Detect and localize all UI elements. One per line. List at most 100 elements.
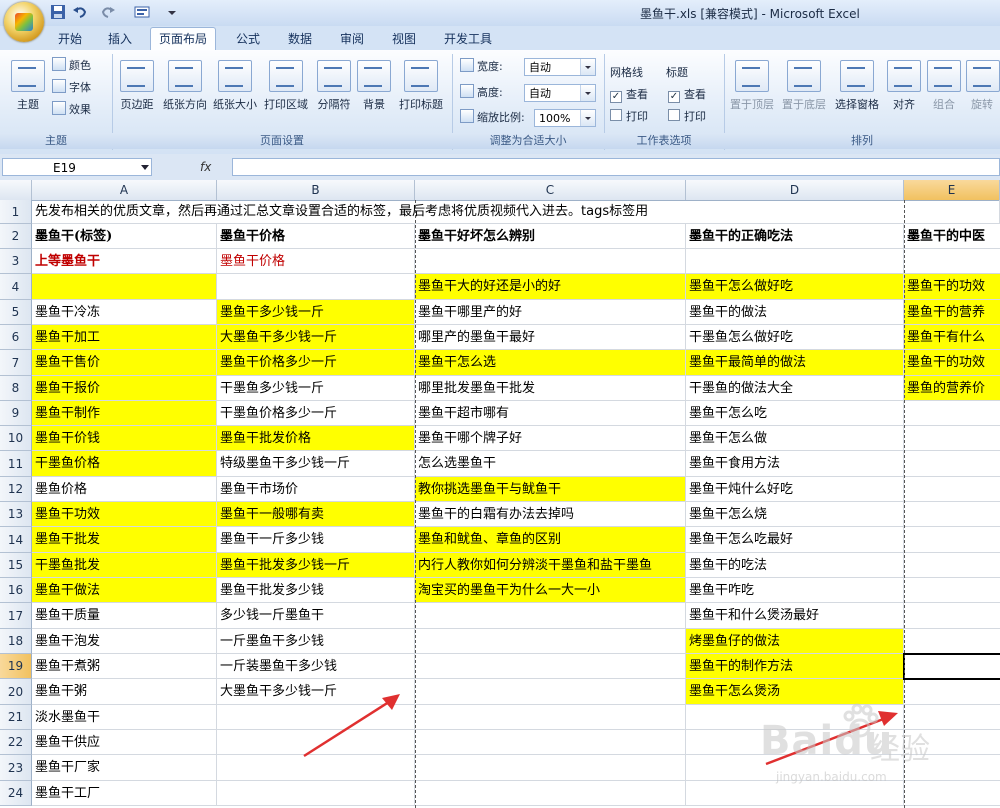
row-header[interactable]: 3 [0, 249, 32, 274]
header-cell[interactable]: 墨鱼干(标签) [32, 224, 217, 249]
cell[interactable] [904, 629, 1000, 654]
cell-b[interactable]: 特级墨鱼干多少钱一斤 [217, 451, 415, 477]
tab-home[interactable]: 开始 [50, 29, 90, 49]
cell-d[interactable]: 墨鱼干怎么做好吃 [686, 274, 904, 300]
align-button[interactable]: 对齐 [886, 58, 922, 118]
margins-button[interactable]: 页边距 [114, 58, 160, 118]
column-header-a[interactable]: A [32, 180, 217, 200]
print-area-button[interactable]: 打印区域 [260, 58, 312, 118]
print-preview-icon[interactable] [134, 4, 150, 20]
cell-c[interactable]: 墨鱼干哪里产的好 [415, 300, 686, 325]
tab-data[interactable]: 数据 [280, 29, 320, 49]
cell[interactable] [415, 730, 686, 755]
cell-c[interactable]: 哪里批发墨鱼干批发 [415, 376, 686, 401]
office-button[interactable] [4, 2, 44, 42]
cell-a[interactable]: 墨鱼干做法 [32, 578, 217, 603]
cell-b[interactable]: 墨鱼干批发多少钱一斤 [217, 553, 415, 578]
cell[interactable] [904, 249, 1000, 274]
rotate-button[interactable]: 旋转 [966, 58, 1000, 118]
cell-d[interactable]: 墨鱼干的制作方法 [686, 654, 904, 679]
row-header[interactable]: 14 [0, 527, 32, 553]
cell-b[interactable]: 一斤装墨鱼干多少钱 [217, 654, 415, 679]
select-all-corner[interactable] [0, 180, 32, 200]
cell-b[interactable]: 干墨鱼多少钱一斤 [217, 376, 415, 401]
cell-a3[interactable]: 上等墨鱼干 [32, 249, 217, 274]
cell-b[interactable]: 墨鱼干多少钱一斤 [217, 300, 415, 325]
gridlines-view-checkbox[interactable]: ✓ 查看 [610, 86, 648, 104]
cell-b[interactable]: 墨鱼干价格多少一斤 [217, 350, 415, 376]
theme-effects-button[interactable]: 效果 [52, 101, 91, 119]
cell-b3[interactable]: 墨鱼干价格 [217, 249, 415, 274]
row-header[interactable]: 8 [0, 376, 32, 401]
send-to-back-button[interactable]: 置于底层 [778, 58, 830, 118]
header-cell[interactable]: 墨鱼干好坏怎么辨别 [415, 224, 686, 249]
cell-a[interactable]: 墨鱼干功效 [32, 502, 217, 527]
chevron-down-icon[interactable] [140, 163, 150, 171]
cell[interactable] [415, 705, 686, 730]
cell-c[interactable]: 墨鱼干哪个牌子好 [415, 426, 686, 451]
cell-e[interactable]: 墨鱼干的营养 [904, 300, 1000, 325]
cell-a[interactable]: 墨鱼干冷冻 [32, 300, 217, 325]
cell-b[interactable]: 墨鱼干市场价 [217, 477, 415, 502]
cell-c[interactable]: 内行人教你如何分辨淡干墨鱼和盐干墨鱼 [415, 553, 686, 578]
cell-e[interactable]: 墨鱼干的功效 [904, 274, 1000, 300]
row-header[interactable]: 11 [0, 451, 32, 477]
cell[interactable] [904, 603, 1000, 629]
column-header-b[interactable]: B [217, 180, 415, 200]
name-box[interactable]: E19 [2, 158, 152, 176]
cell-a[interactable]: 墨鱼干加工 [32, 325, 217, 350]
selected-cell-e19[interactable] [903, 653, 1000, 680]
header-cell[interactable]: 墨鱼干价格 [217, 224, 415, 249]
cell-d[interactable]: 墨鱼干和什么煲汤最好 [686, 603, 904, 629]
cell-d[interactable]: 干墨鱼怎么做好吃 [686, 325, 904, 350]
cell-a[interactable]: 墨鱼干售价 [32, 350, 217, 376]
cell[interactable] [415, 603, 686, 629]
row-header[interactable]: 5 [0, 300, 32, 325]
cell-a[interactable] [32, 274, 217, 300]
cell[interactable] [415, 654, 686, 679]
group-button[interactable]: 组合 [926, 58, 962, 118]
cell-b[interactable]: 墨鱼干批发多少钱 [217, 578, 415, 603]
redo-icon[interactable] [100, 4, 116, 20]
row-header[interactable]: 15 [0, 553, 32, 578]
theme-colors-button[interactable]: 颜色 [52, 57, 91, 75]
paper-size-button[interactable]: 纸张大小 [210, 58, 260, 118]
bring-to-front-button[interactable]: 置于顶层 [726, 58, 778, 118]
height-combo[interactable]: 自动 [524, 84, 596, 102]
cell-e[interactable]: 墨鱼的营养价 [904, 376, 1000, 401]
row-header[interactable]: 19 [0, 654, 32, 679]
cell-a[interactable]: 墨鱼干报价 [32, 376, 217, 401]
row-header[interactable]: 4 [0, 274, 32, 300]
cell-a[interactable]: 墨鱼干制作 [32, 401, 217, 426]
cell-d[interactable]: 墨鱼干食用方法 [686, 451, 904, 477]
cell-e[interactable]: 墨鱼干的功效 [904, 350, 1000, 376]
cell-c[interactable]: 教你挑选墨鱼干与鱿鱼干 [415, 477, 686, 502]
cell-d[interactable]: 墨鱼干怎么吃最好 [686, 527, 904, 553]
cell[interactable] [904, 578, 1000, 603]
cell[interactable] [415, 679, 686, 705]
cell-a[interactable]: 墨鱼价格 [32, 477, 217, 502]
scale-spinner[interactable]: 100% [534, 109, 596, 127]
cell-c[interactable]: 墨鱼干超市哪有 [415, 401, 686, 426]
cell[interactable] [904, 527, 1000, 553]
theme-fonts-button[interactable]: 字体 [52, 79, 91, 97]
cell[interactable] [904, 451, 1000, 477]
cell-d[interactable]: 墨鱼干怎么吃 [686, 401, 904, 426]
cell[interactable] [415, 781, 686, 806]
cell-e[interactable]: 墨鱼干有什么 [904, 325, 1000, 350]
cell-d[interactable]: 墨鱼干的做法 [686, 300, 904, 325]
cell-a[interactable]: 干墨鱼价格 [32, 451, 217, 477]
cell-d[interactable]: 墨鱼干的吃法 [686, 553, 904, 578]
row-header[interactable]: 6 [0, 325, 32, 350]
cell-a[interactable]: 干墨鱼批发 [32, 553, 217, 578]
cell-c[interactable]: 墨鱼和鱿鱼、章鱼的区别 [415, 527, 686, 553]
cell-b[interactable]: 一斤墨鱼干多少钱 [217, 629, 415, 654]
row-header[interactable]: 16 [0, 578, 32, 603]
row-header[interactable]: 18 [0, 629, 32, 654]
cell-d[interactable]: 墨鱼干炖什么好吃 [686, 477, 904, 502]
cell-b[interactable]: 墨鱼干批发价格 [217, 426, 415, 451]
cell[interactable] [217, 781, 415, 806]
row-header[interactable]: 13 [0, 502, 32, 527]
row-header[interactable]: 24 [0, 781, 32, 806]
tab-review[interactable]: 审阅 [332, 29, 372, 49]
